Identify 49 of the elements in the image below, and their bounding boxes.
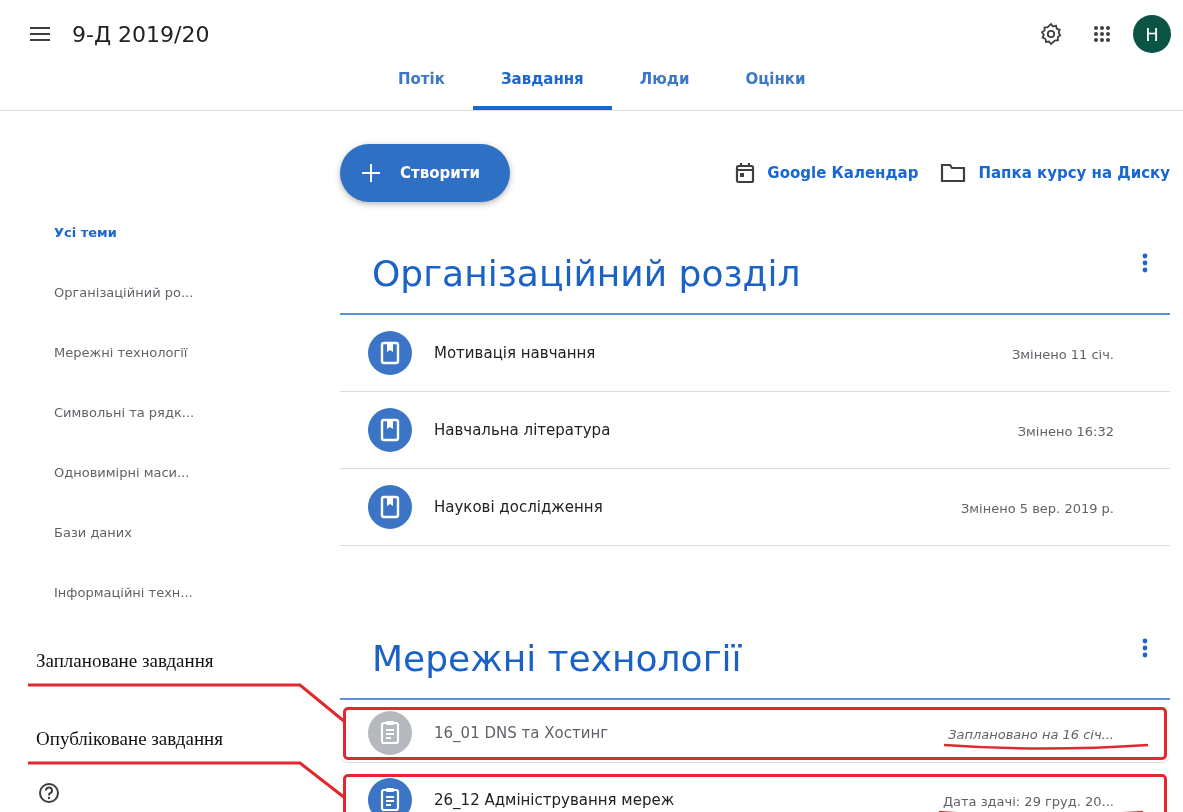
create-button[interactable]: Створити [340,144,510,202]
annotation-label: Опубліковане завдання [36,728,223,750]
more-icon[interactable] [1142,253,1148,273]
item-title: 16_01 DNS та Хостинг [434,724,610,742]
topic-title: Мережні технології [372,636,742,679]
item-date: Дата здачі: 29 груд. 20... [942,793,1114,809]
item-date: Змінено 16:32 [1017,423,1114,439]
item-title: Навчальна література [434,421,612,439]
apps-icon [1093,25,1111,43]
item-date: Змінено 11 січ. [1011,346,1114,362]
folder-link[interactable]: Папка курсу на Диску [940,163,1170,183]
topic-title: Організаційний розділ [372,251,801,294]
topic-link[interactable]: Одновимірні маси... [54,465,340,525]
clipboard-icon [368,711,412,755]
tab[interactable]: Потік [370,70,473,110]
calendar-link[interactable]: Google Календар [735,162,919,184]
menu-icon[interactable] [30,27,50,41]
book-icon [368,485,412,529]
tab[interactable]: Завдання [472,70,612,110]
more-icon[interactable] [1142,638,1148,658]
highlighted-row[interactable]: 26_12 Адміністрування мереж Дата здачі: 29 груд. 20... [340,771,1170,812]
item-date: Змінено 5 вер. 2019 р. [960,500,1114,516]
item-title: Наукові дослідження [434,498,604,516]
topic-link[interactable]: Усі теми [54,225,340,285]
item-row[interactable]: Мотивація навчання Змінено 11 січ. [340,315,1170,392]
item-title: Мотивація навчання [434,344,597,362]
highlighted-row[interactable]: 16_01 DNS та Хостинг Заплановано на 16 січ... [340,704,1170,763]
tab[interactable]: Люди [611,70,718,110]
item-date: Заплановано на 16 січ... [948,726,1114,742]
tab[interactable]: Оцінки [717,70,834,110]
item-row[interactable]: Навчальна література Змінено 16:32 [340,392,1170,469]
item-row[interactable]: Наукові дослідження Змінено 5 вер. 2019 р. [340,469,1170,546]
book-icon [368,408,412,452]
book-icon [368,331,412,375]
topic-link[interactable]: Бази даних [54,525,340,585]
item-title: 26_12 Адміністрування мереж [434,791,676,809]
topic-link[interactable]: Мережні технології [54,345,340,405]
topic-link[interactable]: Інформаційні техн... [54,585,340,645]
avatar[interactable]: H [1133,15,1171,53]
topic-link[interactable]: Символьні та рядк... [54,405,340,465]
course-title: 9-Д 2019/20 [72,21,211,47]
clipboard-icon [368,778,412,812]
help-icon[interactable] [38,782,60,804]
annotation-label: Заплановане завдання [36,650,214,672]
folder-icon [940,163,967,183]
calendar-icon [735,162,756,184]
plus-icon [362,164,380,182]
topic-link[interactable]: Організаційний ро... [54,285,340,345]
settings-icon [1039,22,1063,46]
